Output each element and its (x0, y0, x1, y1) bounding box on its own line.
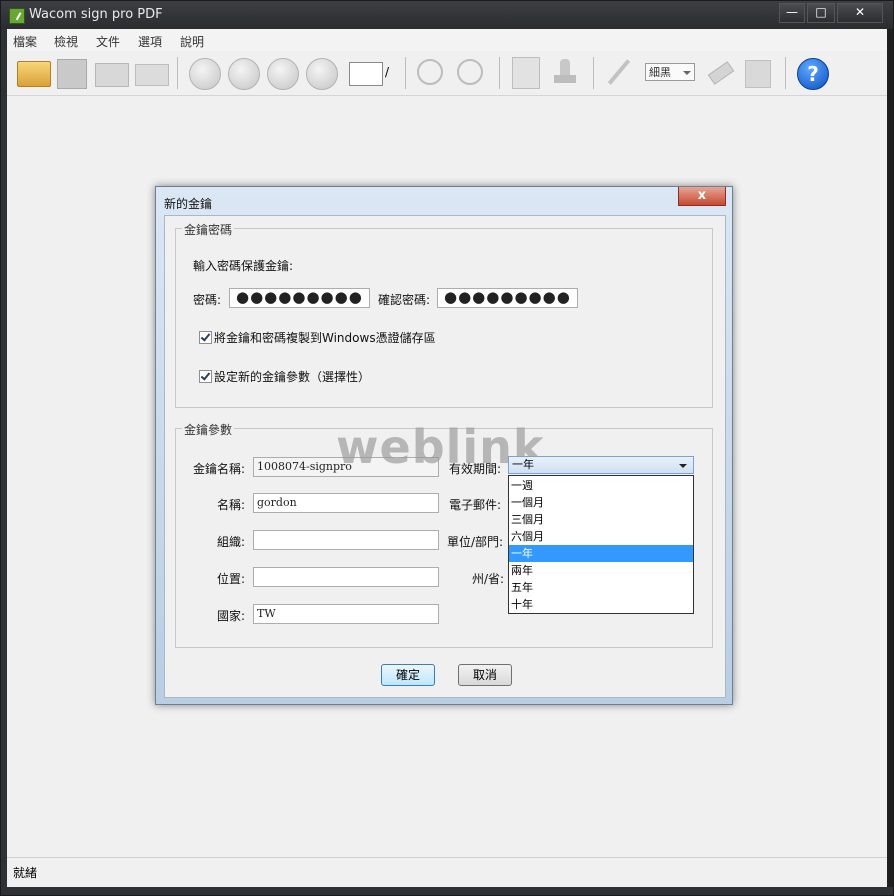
stamp-icon[interactable] (552, 57, 578, 87)
toolbar-separator (177, 57, 178, 89)
cancel-button[interactable]: 取消 (458, 664, 512, 686)
note-icon[interactable] (745, 60, 771, 88)
menu-document[interactable]: 文件 (96, 33, 120, 50)
email-icon[interactable] (135, 64, 169, 86)
password-label: 密碼: (193, 293, 222, 307)
pen-icon[interactable] (605, 57, 633, 87)
print-icon[interactable] (95, 63, 129, 87)
organization-field[interactable] (253, 530, 439, 550)
last-page-icon[interactable] (306, 58, 338, 90)
menu-help[interactable]: 說明 (180, 33, 204, 50)
location-label: 位置: (217, 572, 246, 586)
set-params-label: 設定新的金鑰參數（選擇性） (214, 370, 371, 384)
toolbar-separator (405, 57, 406, 89)
name-field[interactable]: gordon (253, 493, 439, 513)
toolbar-separator (499, 57, 500, 89)
minimize-button[interactable]: — (779, 3, 805, 23)
password-input[interactable]: ●●●●●●●●● (229, 288, 370, 308)
window-title: Wacom sign pro PDF (29, 7, 163, 22)
chevron-down-icon (679, 464, 687, 468)
key-params-group-legend: 金鑰參數 (182, 421, 235, 438)
validity-select[interactable]: 一年 (508, 456, 694, 474)
close-button[interactable]: ✕ (837, 3, 883, 23)
country-label: 國家: (217, 609, 246, 623)
ok-button[interactable]: 確定 (381, 664, 435, 686)
validity-option[interactable]: 一週 (509, 477, 693, 494)
menu-view[interactable]: 檢視 (54, 33, 78, 50)
password-instruction: 輸入密碼保護金鑰: (193, 259, 294, 273)
validity-option[interactable]: 六個月 (509, 528, 693, 545)
page-number-input[interactable] (349, 62, 383, 86)
zoom-out-icon[interactable] (457, 59, 483, 85)
confirm-password-input[interactable]: ●●●●●●●●● (437, 288, 578, 308)
maximize-button[interactable]: □ (807, 3, 835, 23)
pen-color-select[interactable]: 細黑 (645, 63, 695, 81)
copy-to-store-checkbox[interactable] (199, 331, 212, 344)
zoom-in-icon[interactable] (417, 59, 443, 85)
menu-bar: 檔案 檢視 文件 選項 說明 (7, 29, 887, 52)
state-label: 州/省: (472, 572, 505, 586)
validity-option[interactable]: 一個月 (509, 494, 693, 511)
key-name-label: 金鑰名稱: (193, 462, 246, 476)
app-logo-icon (9, 8, 25, 24)
status-text: 就緒 (13, 866, 38, 880)
toolbar-separator (593, 57, 594, 89)
page-separator: / (385, 65, 390, 79)
dialog-title: 新的金鑰 (164, 197, 213, 211)
validity-dropdown-list: 一週 一個月 三個月 六個月 一年 兩年 五年 十年 (508, 475, 694, 614)
email-label: 電子郵件: (449, 498, 502, 512)
validity-option[interactable]: 兩年 (509, 562, 693, 579)
validity-value: 一年 (512, 458, 534, 471)
help-icon[interactable]: ? (797, 58, 829, 90)
set-params-checkbox[interactable] (199, 370, 212, 383)
password-group: 金鑰密碼 輸入密碼保護金鑰: 密碼: ●●●●●●●●● 確認密碼: ●●●●●… (175, 221, 713, 408)
confirm-password-label: 確認密碼: (378, 293, 431, 307)
password-group-legend: 金鑰密碼 (182, 221, 235, 238)
menu-options[interactable]: 選項 (138, 33, 162, 50)
organization-label: 組織: (217, 535, 246, 549)
name-label: 名稱: (217, 498, 246, 512)
pen-color-value: 細黑 (649, 66, 671, 79)
window-edge (887, 29, 893, 887)
location-field[interactable] (253, 567, 439, 587)
title-bar: Wacom sign pro PDF — □ ✕ (1, 1, 893, 29)
first-page-icon[interactable] (189, 58, 221, 90)
validity-option-selected[interactable]: 一年 (509, 545, 693, 562)
sign-document-icon[interactable] (512, 57, 540, 89)
chevron-down-icon (683, 71, 691, 75)
validity-option[interactable]: 五年 (509, 579, 693, 596)
eraser-icon[interactable] (705, 57, 735, 87)
next-page-icon[interactable] (267, 58, 299, 90)
toolbar: / 細黑 ? (7, 51, 887, 96)
save-icon[interactable] (57, 59, 87, 89)
validity-option[interactable]: 十年 (509, 596, 693, 613)
toolbar-separator (785, 57, 786, 89)
copy-to-store-label: 將金鑰和密碼複製到Windows憑證儲存區 (214, 331, 436, 345)
open-folder-icon[interactable] (17, 61, 51, 87)
country-field[interactable]: TW (253, 604, 439, 624)
previous-page-icon[interactable] (228, 58, 260, 90)
validity-option[interactable]: 三個月 (509, 511, 693, 528)
status-bar: 就緒 (7, 857, 887, 886)
dialog-close-button[interactable]: x (678, 187, 726, 206)
menu-file[interactable]: 檔案 (13, 33, 37, 50)
unit-label: 單位/部門: (447, 535, 504, 549)
